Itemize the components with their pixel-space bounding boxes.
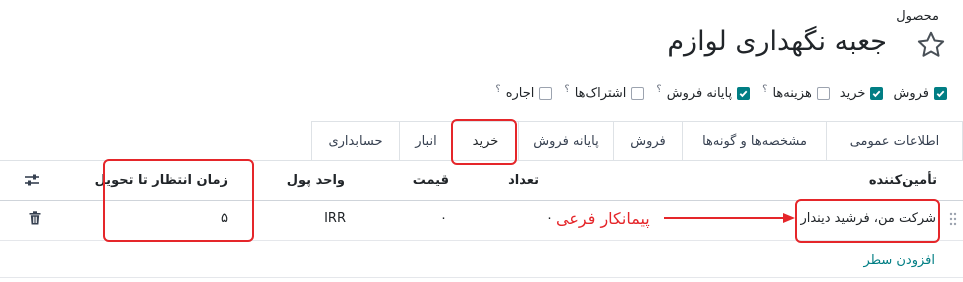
column-price[interactable]: قیمت (413, 173, 449, 188)
option-pos[interactable]: پایانه فروش ؟ (654, 84, 751, 101)
tab-pos[interactable]: پایانه فروش (518, 121, 614, 160)
option-sales[interactable]: فروش (893, 86, 947, 101)
help-tooltip-icon[interactable]: ؟ (564, 84, 569, 95)
checkbox[interactable] (870, 87, 884, 100)
breadcrumb[interactable]: محصول (896, 9, 939, 24)
option-label: هزینه‌ها (772, 86, 812, 101)
tab-accounting[interactable]: حسابداری (311, 121, 400, 160)
checkbox[interactable] (539, 87, 553, 100)
tab-general-info[interactable]: اطلاعات عمومی (826, 121, 963, 160)
checkbox[interactable] (737, 87, 751, 100)
checkbox[interactable] (934, 87, 947, 100)
page-title: جعبه نگهداری لوازم (667, 26, 887, 57)
option-expenses[interactable]: هزینه‌ها ؟ (760, 84, 830, 101)
option-purchase[interactable]: خرید (840, 86, 884, 101)
cell-currency[interactable]: IRR (324, 211, 346, 226)
help-tooltip-icon[interactable]: ؟ (495, 84, 500, 95)
annotation-label: پیمانکار فرعی (556, 209, 650, 228)
footer-divider (0, 277, 963, 278)
highlight-vendor (795, 199, 940, 243)
highlight-lead-time (103, 159, 254, 242)
trash-icon[interactable] (29, 211, 41, 225)
option-label: اشتراک‌ها (574, 86, 627, 101)
option-subscriptions[interactable]: اشتراک‌ها ؟ (562, 84, 645, 101)
annotation-arrow (664, 213, 795, 223)
option-label: فروش (893, 86, 929, 101)
column-currency[interactable]: واحد پول (287, 173, 345, 188)
tab-sales[interactable]: فروش (613, 121, 683, 160)
help-tooltip-icon[interactable]: ؟ (656, 84, 661, 95)
add-line-link[interactable]: افزودن سطر (864, 253, 935, 268)
column-quantity[interactable]: تعداد (508, 173, 539, 188)
highlight-purchase-tab (451, 119, 517, 165)
tab-inventory[interactable]: انبار (399, 121, 453, 160)
product-options: فروش خرید هزینه‌ها ؟ پایانه فروش ؟ اشترا… (493, 84, 947, 101)
column-vendor[interactable]: تأمین‌کننده (869, 173, 937, 188)
cell-quantity[interactable]: ۰ (546, 211, 553, 226)
option-label: اجاره (505, 86, 535, 101)
tab-attributes-variants[interactable]: مشخصه‌ها و گونه‌ها (682, 121, 827, 160)
column-settings-icon[interactable] (24, 173, 40, 187)
cell-price[interactable]: ۰ (440, 211, 447, 226)
drag-handle-icon[interactable] (949, 212, 957, 226)
star-icon[interactable] (915, 29, 947, 61)
checkbox[interactable] (816, 87, 830, 100)
help-tooltip-icon[interactable]: ؟ (762, 84, 767, 95)
option-label: خرید (839, 86, 866, 101)
option-rental[interactable]: اجاره ؟ (493, 84, 553, 101)
checkbox[interactable] (631, 87, 645, 100)
option-label: پایانه فروش (666, 86, 733, 101)
